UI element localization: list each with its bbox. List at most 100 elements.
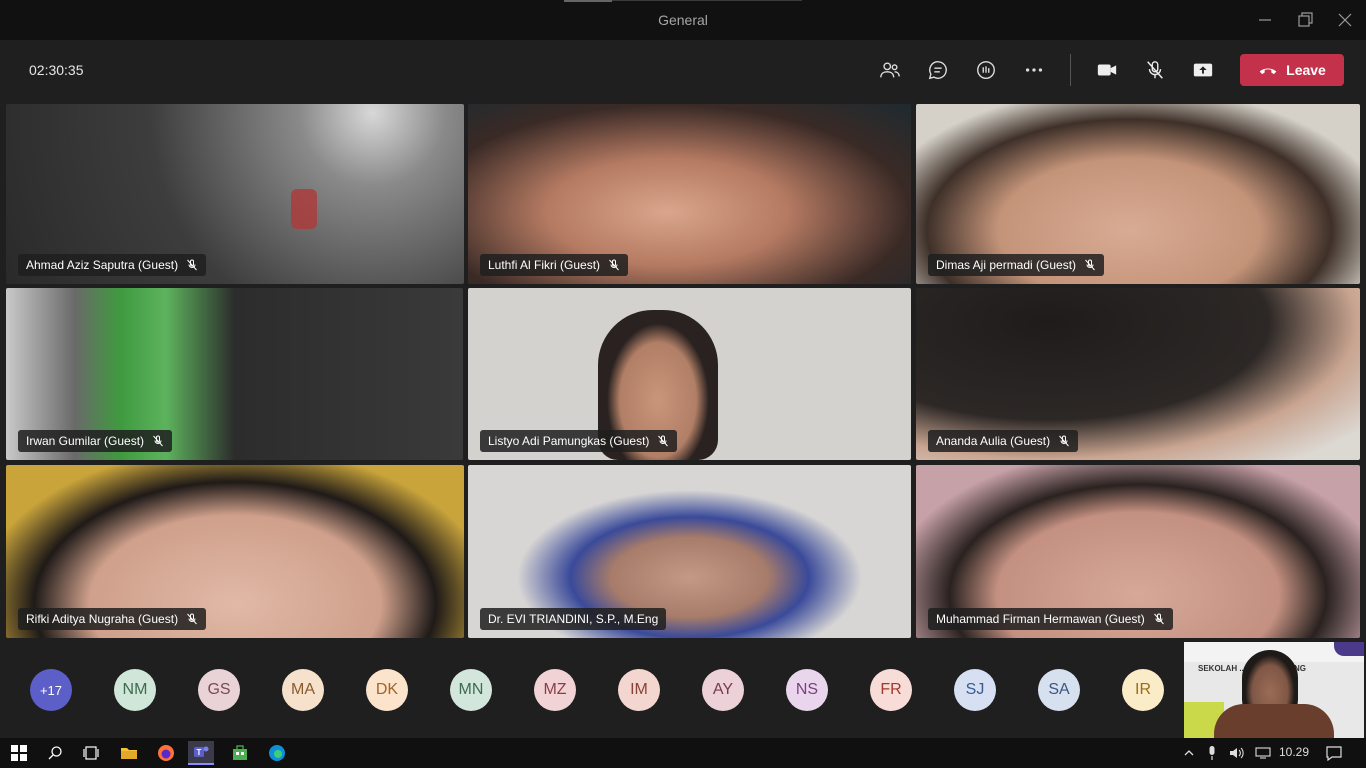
- participant-avatar[interactable]: MZ: [534, 669, 576, 711]
- notifications-button[interactable]: [1322, 741, 1346, 765]
- participant-avatar[interactable]: AY: [702, 669, 744, 711]
- close-icon: [1338, 13, 1352, 27]
- store-button[interactable]: [227, 741, 253, 765]
- participant-avatar[interactable]: MA: [282, 669, 324, 711]
- participant-name: Ananda Aulia (Guest): [936, 434, 1051, 448]
- participant-name: Listyo Adi Pamungkas (Guest): [488, 434, 650, 448]
- mic-off-icon: [609, 259, 619, 271]
- file-explorer-button[interactable]: [116, 741, 142, 765]
- meeting-toolbar: 02:30:35 Leave: [0, 40, 1366, 100]
- participant-avatar[interactable]: SA: [1038, 669, 1080, 711]
- participant-nametag: Dimas Aji permadi (Guest): [928, 254, 1105, 276]
- video-tile[interactable]: Rifki Aditya Nugraha (Guest): [6, 465, 464, 638]
- speaker-icon: [1230, 747, 1244, 759]
- participant-nametag: Rifki Aditya Nugraha (Guest): [18, 608, 207, 630]
- start-button[interactable]: [6, 741, 32, 765]
- raise-hand-button[interactable]: [970, 56, 1002, 84]
- participant-avatar[interactable]: IM: [618, 669, 660, 711]
- participant-avatar[interactable]: DK: [366, 669, 408, 711]
- microphone-tray-button[interactable]: [1202, 741, 1222, 765]
- volume-button[interactable]: [1226, 741, 1248, 765]
- store-icon: [233, 745, 247, 760]
- title-bar-accent: [564, 0, 612, 2]
- video-grid: Ahmad Aziz Saputra (Guest) Luthfi Al Fik…: [0, 104, 1366, 638]
- task-view-button[interactable]: [78, 741, 104, 765]
- title-bar-accent-line: [612, 0, 802, 1]
- leave-button[interactable]: Leave: [1240, 54, 1344, 86]
- participants-button[interactable]: [874, 56, 906, 84]
- participant-nametag: Ahmad Aziz Saputra (Guest): [18, 254, 207, 276]
- mic-off-icon: [658, 435, 669, 447]
- minimize-button[interactable]: [1255, 10, 1275, 30]
- video-tile[interactable]: Dr. EVI TRIANDINI, S.P., M.Eng: [468, 465, 911, 638]
- share-screen-button[interactable]: [1187, 56, 1219, 84]
- participant-name: Muhammad Firman Hermawan (Guest): [936, 612, 1145, 626]
- participant-name: Ahmad Aziz Saputra (Guest): [26, 258, 179, 272]
- chevron-up-icon: [1184, 750, 1194, 756]
- mic-off-icon: [187, 259, 197, 271]
- more-participants-badge[interactable]: +17: [30, 669, 72, 711]
- self-view[interactable]: SEKOLAH ... OGI BANDUNG: [1184, 642, 1364, 738]
- meeting-timer: 02:30:35: [29, 62, 84, 78]
- svg-text:T: T: [197, 748, 202, 757]
- search-icon: [48, 746, 62, 760]
- close-button[interactable]: [1335, 10, 1355, 30]
- participant-nametag: Irwan Gumilar (Guest): [18, 430, 173, 452]
- video-tile[interactable]: Dimas Aji permadi (Guest): [916, 104, 1360, 284]
- search-button[interactable]: [42, 741, 68, 765]
- restore-button[interactable]: [1295, 10, 1315, 30]
- minimize-icon: [1259, 19, 1271, 21]
- edge-button[interactable]: [264, 741, 290, 765]
- video-tile[interactable]: Listyo Adi Pamungkas (Guest): [468, 288, 911, 460]
- participant-nametag: Listyo Adi Pamungkas (Guest): [480, 430, 678, 452]
- participant-avatar[interactable]: IR: [1122, 669, 1164, 711]
- restore-icon: [1298, 12, 1313, 27]
- participant-nametag: Ananda Aulia (Guest): [928, 430, 1079, 452]
- more-actions-button[interactable]: [1018, 56, 1050, 84]
- participant-avatar[interactable]: GS: [198, 669, 240, 711]
- camera-icon: [1097, 64, 1117, 76]
- mic-off-icon: [153, 435, 163, 447]
- self-view-logo: [1334, 642, 1364, 656]
- folder-icon: [121, 748, 137, 759]
- teams-button[interactable]: T: [188, 741, 214, 765]
- windows-taskbar: T 10.29: [0, 738, 1366, 768]
- chat-button[interactable]: [922, 56, 954, 84]
- window-title: General: [658, 12, 708, 28]
- video-tile[interactable]: Luthfi Al Fikri (Guest): [468, 104, 911, 284]
- participant-name: Dimas Aji permadi (Guest): [936, 258, 1077, 272]
- taskbar-clock[interactable]: 10.29: [1279, 745, 1309, 759]
- more-icon: [1025, 68, 1043, 72]
- network-button[interactable]: [1252, 741, 1274, 765]
- participant-avatar[interactable]: SJ: [954, 669, 996, 711]
- edge-icon: [269, 745, 285, 761]
- participant-nametag: Luthfi Al Fikri (Guest): [480, 254, 629, 276]
- mic-off-icon: [1147, 61, 1163, 79]
- participant-name: Irwan Gumilar (Guest): [26, 434, 145, 448]
- mic-off-icon: [1059, 435, 1069, 447]
- mic-off-icon: [1085, 259, 1095, 271]
- task-view-icon: [83, 746, 99, 760]
- mute-button[interactable]: [1139, 56, 1171, 84]
- raise-hand-icon: [977, 61, 995, 79]
- camera-button[interactable]: [1091, 56, 1123, 84]
- video-tile[interactable]: Ahmad Aziz Saputra (Guest): [6, 104, 464, 284]
- video-tile[interactable]: Muhammad Firman Hermawan (Guest): [916, 465, 1360, 638]
- share-screen-icon: [1193, 63, 1213, 77]
- participant-avatar[interactable]: MN: [450, 669, 492, 711]
- participant-avatar[interactable]: FR: [870, 669, 912, 711]
- participant-avatar[interactable]: NM: [114, 669, 156, 711]
- video-feed: [291, 189, 317, 229]
- notification-icon: [1326, 746, 1342, 761]
- participant-roster: +17 NM GS MA DK MN MZ IM AY NS FR SJ SA …: [0, 640, 1182, 738]
- video-tile[interactable]: Ananda Aulia (Guest): [916, 288, 1360, 460]
- video-tile[interactable]: Irwan Gumilar (Guest): [6, 288, 463, 460]
- participant-avatar[interactable]: NS: [786, 669, 828, 711]
- teams-icon: T: [194, 746, 209, 757]
- firefox-button[interactable]: [153, 741, 179, 765]
- participants-icon: [880, 62, 900, 78]
- mic-off-icon: [1153, 613, 1164, 625]
- toolbar-divider: [1070, 54, 1071, 86]
- participant-name: Rifki Aditya Nugraha (Guest): [26, 612, 179, 626]
- tray-overflow-button[interactable]: [1180, 741, 1198, 765]
